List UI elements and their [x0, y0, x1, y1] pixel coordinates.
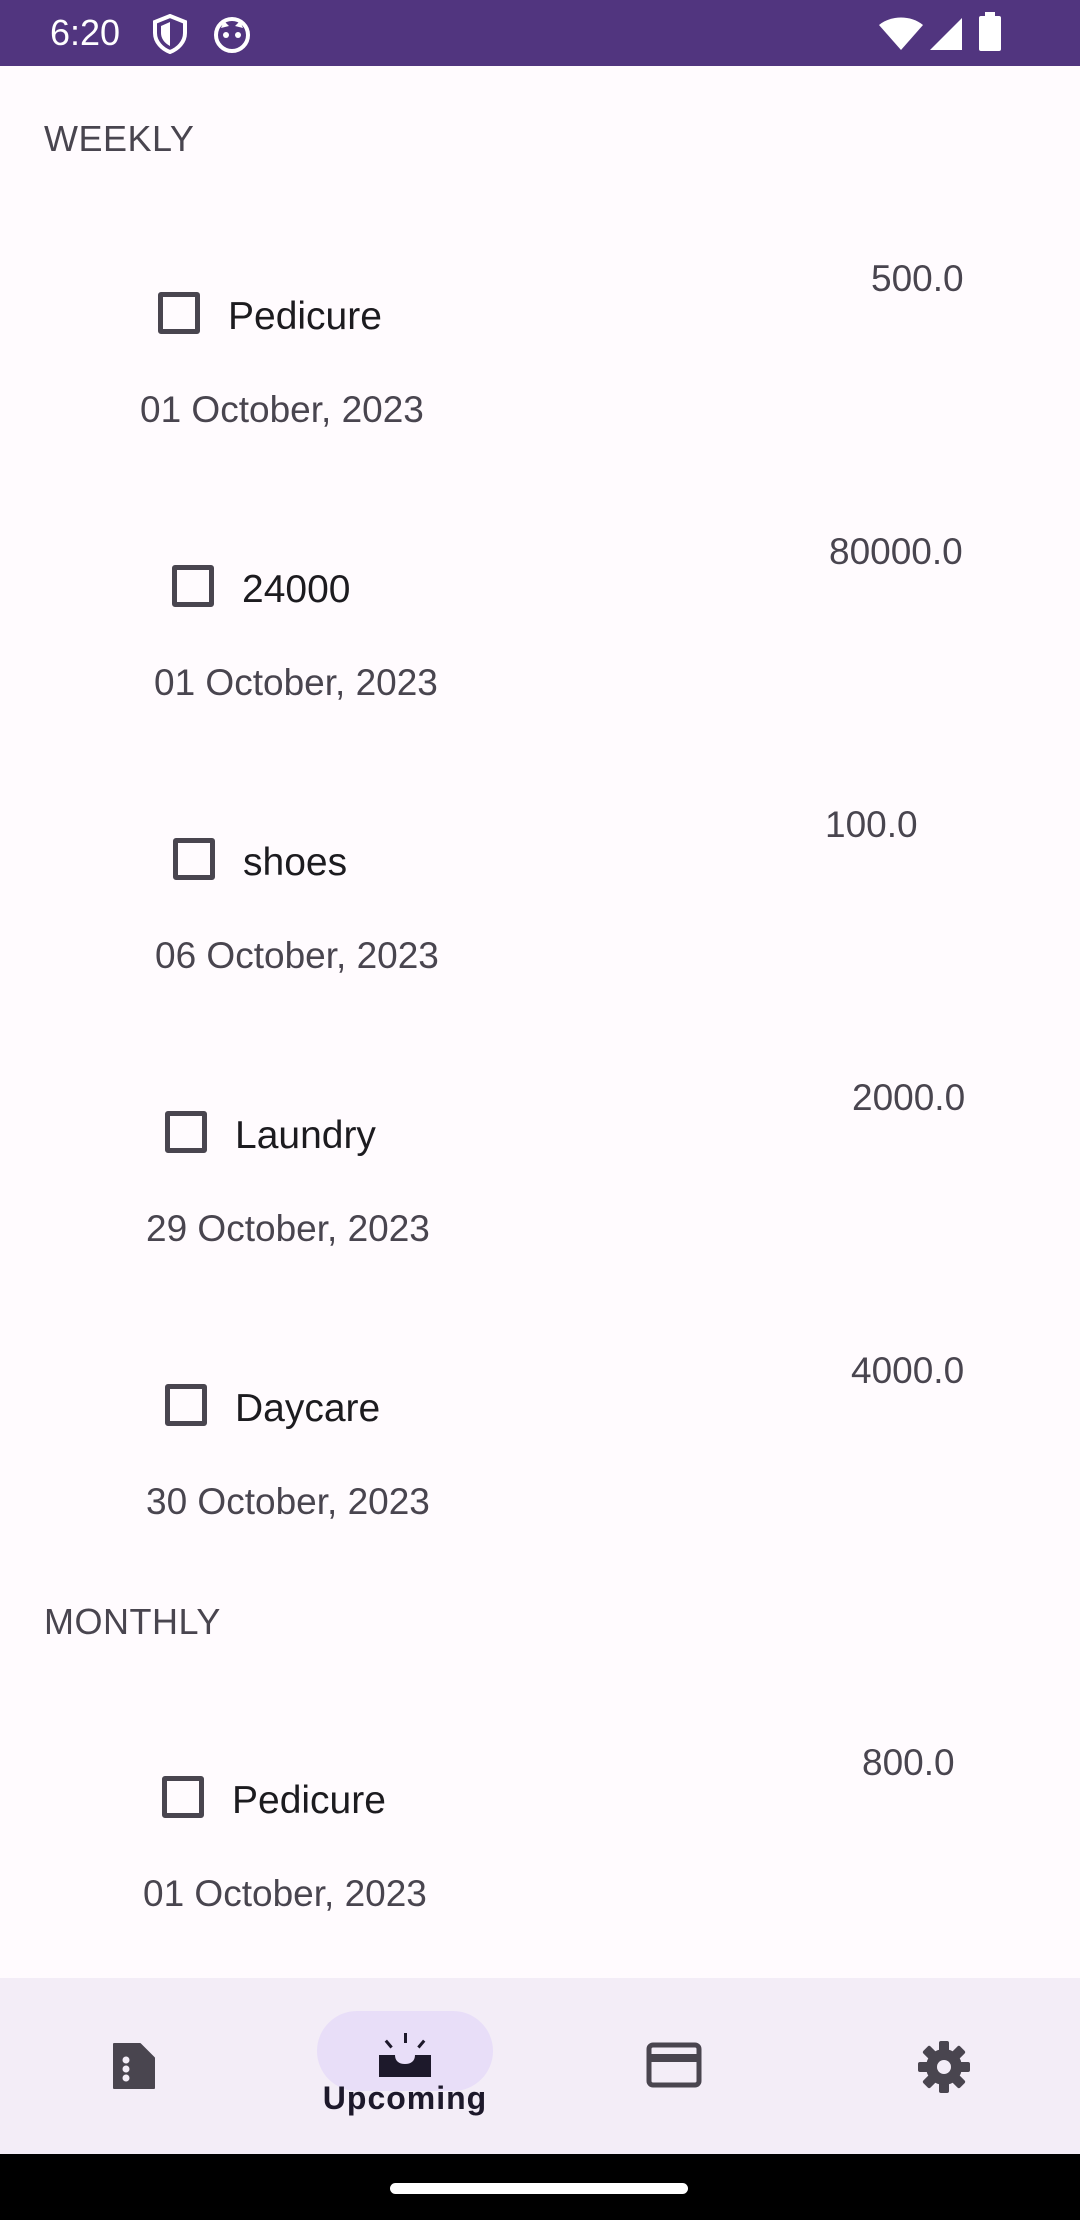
document-icon	[110, 2040, 158, 2089]
section-header-weekly: WEEKLY	[44, 118, 195, 159]
nav-item-settings[interactable]	[810, 1978, 1080, 2154]
item-title: 24000	[242, 568, 351, 611]
item-title: shoes	[243, 841, 348, 884]
upcoming-inbox-icon	[377, 2031, 431, 2079]
nav-label-upcoming: Upcoming	[322, 2080, 488, 2116]
item-amount: 80000.0	[829, 531, 963, 572]
nav-item-upcoming[interactable]: Upcoming	[270, 1978, 540, 2154]
nav-item-documents[interactable]	[0, 1978, 270, 2154]
cat-icon	[212, 14, 252, 59]
wifi-icon	[878, 16, 924, 57]
item-title: Pedicure	[232, 1779, 386, 1822]
item-date: 06 October, 2023	[155, 935, 439, 976]
battery-icon	[978, 12, 1002, 57]
item-amount: 100.0	[825, 804, 918, 845]
item-title: Laundry	[235, 1114, 376, 1157]
item-amount: 800.0	[862, 1742, 955, 1783]
gear-icon	[917, 2040, 970, 2093]
section-header-monthly: MONTHLY	[44, 1601, 221, 1642]
item-date: 01 October, 2023	[140, 389, 424, 430]
item-amount: 500.0	[871, 258, 964, 299]
item-checkbox[interactable]	[165, 1384, 207, 1426]
upcoming-screen: 6:20 WEEKLY Pedicure 01 October, 2023 50…	[0, 0, 1080, 2220]
signal-icon	[928, 16, 964, 57]
item-title: Daycare	[235, 1387, 381, 1430]
gesture-navigation-bar	[0, 2154, 1080, 2220]
item-checkbox[interactable]	[162, 1776, 204, 1818]
item-date: 01 October, 2023	[143, 1873, 427, 1914]
item-date: 01 October, 2023	[154, 662, 438, 703]
nav-item-payments[interactable]	[540, 1978, 810, 2154]
status-time: 6:20	[50, 12, 121, 53]
item-checkbox[interactable]	[158, 292, 200, 334]
item-date: 30 October, 2023	[146, 1481, 430, 1522]
item-title: Pedicure	[228, 295, 382, 338]
home-gesture-handle[interactable]	[390, 2183, 688, 2194]
status-bar: 6:20	[0, 0, 1080, 66]
item-checkbox[interactable]	[165, 1111, 207, 1153]
item-checkbox[interactable]	[172, 565, 214, 607]
shield-icon	[152, 13, 188, 59]
bottom-navigation: Upcoming	[0, 1978, 1080, 2154]
item-amount: 4000.0	[851, 1350, 965, 1391]
item-amount: 2000.0	[852, 1077, 966, 1118]
item-checkbox[interactable]	[173, 838, 215, 880]
credit-card-icon	[646, 2042, 702, 2090]
item-date: 29 October, 2023	[146, 1208, 430, 1249]
